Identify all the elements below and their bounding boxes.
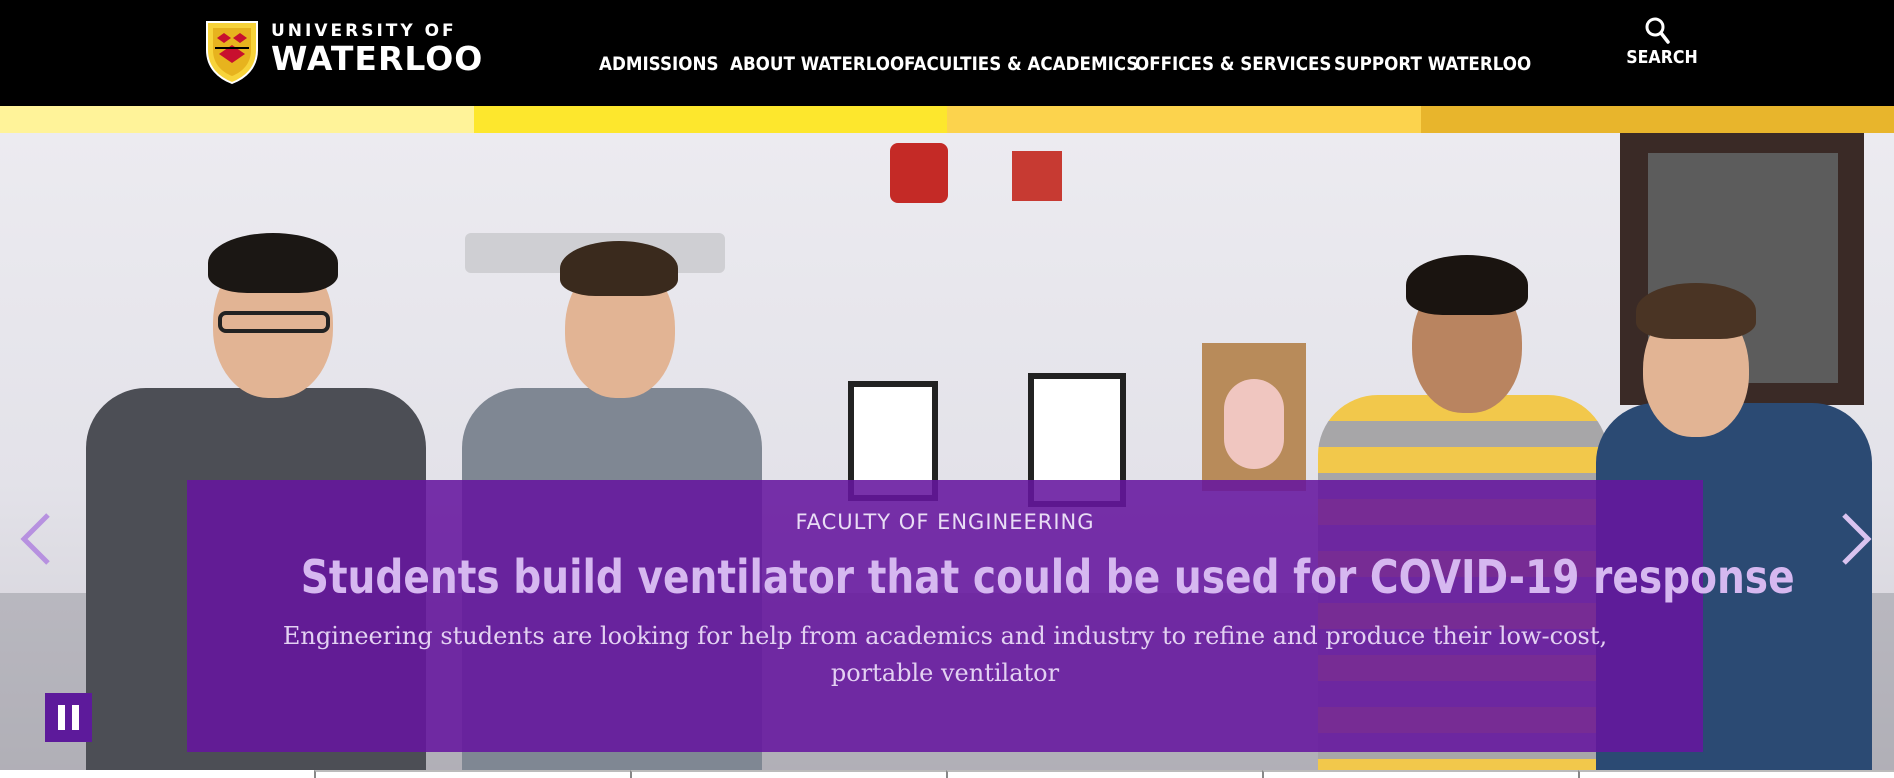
slide-tab[interactable] xyxy=(1262,770,1578,778)
stripe-segment xyxy=(0,106,474,133)
university-logo[interactable]: UNIVERSITY OF WATERLOO xyxy=(205,20,483,84)
slide-tab[interactable] xyxy=(630,770,946,778)
nav-support-waterloo[interactable]: SUPPORT WATERLOO xyxy=(1334,53,1531,75)
slide-description: Engineering students are looking for hel… xyxy=(282,622,1608,687)
stripe-segment xyxy=(1420,106,1894,133)
slide-tab[interactable] xyxy=(0,770,314,778)
pause-icon xyxy=(58,705,65,730)
site-header: UNIVERSITY OF WATERLOO ADMISSIONS ABOUT … xyxy=(0,0,1894,106)
stripe-segment xyxy=(947,106,1421,133)
anatomy-model xyxy=(1202,343,1306,491)
slide-caption: FACULTY OF ENGINEERING Students build ve… xyxy=(187,480,1795,752)
slide-tab[interactable] xyxy=(1578,770,1894,778)
nav-offices-services[interactable]: OFFICES & SERVICES xyxy=(1135,53,1331,75)
slide-tab[interactable] xyxy=(314,770,630,778)
chevron-left-icon[interactable] xyxy=(18,511,54,567)
slide-title[interactable]: Students build ventilator that could be … xyxy=(301,550,1795,604)
nav-faculties-academics[interactable]: FACULTIES & ACADEMICS xyxy=(904,53,1138,75)
fire-alarm-bell xyxy=(890,143,948,203)
search-label: SEARCH xyxy=(1626,47,1698,68)
color-stripe xyxy=(0,106,1894,133)
pause-icon xyxy=(72,705,79,730)
fire-alarm-strobe xyxy=(1012,151,1062,201)
nav-about-waterloo[interactable]: ABOUT WATERLOO xyxy=(730,53,904,75)
search-button[interactable]: SEARCH xyxy=(1622,16,1698,68)
nav-admissions[interactable]: ADMISSIONS xyxy=(599,53,718,75)
pause-button[interactable] xyxy=(45,693,92,742)
chevron-right-icon[interactable] xyxy=(1838,511,1874,567)
slide-tabs xyxy=(0,770,1894,778)
slide-tab[interactable] xyxy=(946,770,1262,778)
logo-line-2: WATERLOO xyxy=(271,39,484,78)
slide-kicker[interactable]: FACULTY OF ENGINEERING xyxy=(187,510,1703,534)
logo-line-1: UNIVERSITY OF xyxy=(271,21,457,41)
crest-icon xyxy=(206,21,258,84)
stripe-segment xyxy=(473,106,947,133)
search-icon xyxy=(1645,17,1670,44)
